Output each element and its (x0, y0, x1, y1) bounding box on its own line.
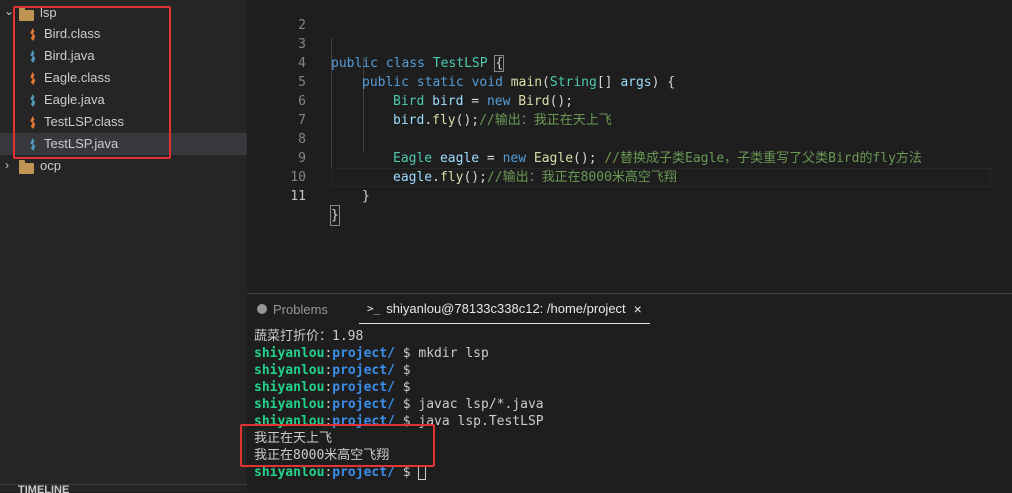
chevron-right-icon: › (5, 158, 9, 172)
code-line: 11 } (247, 168, 1012, 226)
terminal-command-line: shiyanlou:project/ $ (254, 380, 419, 395)
tab-label: shiyanlou@78133c338c12: /home/project (386, 301, 626, 316)
code-line: 10 } (247, 149, 1012, 204)
code-line: 7 (247, 92, 1012, 128)
code-line: 4 public static void main(String[] args)… (247, 35, 1012, 90)
bottom-panel: Problems >_ shiyanlou@78133c338c12: /hom… (240, 293, 1012, 493)
code-line: 5 Bird bird = new Bird(); (247, 54, 1012, 109)
info-icon (257, 304, 267, 314)
code-text: } (362, 189, 370, 204)
tab-terminal[interactable]: >_ shiyanlou@78133c338c12: /home/project… (359, 294, 650, 324)
terminal-icon: >_ (367, 302, 381, 315)
code-line: 8 Eagle eagle = new Eagle(); //替换成子类Eagl… (247, 111, 1012, 166)
tab-label: Problems (273, 301, 328, 317)
code-editor[interactable]: 2 3 public class TestLSP { 4 public stat… (247, 0, 1012, 293)
explorer-sidebar: ⌄ lsp Bird.class Bird.java Eagle.class E… (0, 0, 247, 493)
terminal-output-line: 蔬菜打折价：1.98 (254, 329, 364, 344)
code-text: } (330, 205, 340, 226)
code-line: 6 bird.fly();//输出：我正在天上飞 (247, 73, 1012, 128)
folder-label: ocp (40, 158, 61, 173)
folder-icon (19, 160, 34, 174)
highlight-box (240, 424, 435, 467)
code-line: 3 public class TestLSP { (247, 16, 1012, 72)
terminal-command-line: shiyanlou:project/ $ javac lsp/*.java (254, 397, 544, 412)
highlight-box (13, 6, 171, 159)
line-number: 11 (290, 189, 306, 204)
code-line: 9 eagle.fly();//输出：我正在8000米高空飞翔 (247, 130, 1012, 185)
code-line: 2 (247, 0, 1012, 33)
terminal-command-line: shiyanlou:project/ $ (254, 363, 419, 378)
terminal-cursor (418, 465, 427, 480)
terminal-command-line: shiyanlou:project/ $ mkdir lsp (254, 346, 489, 361)
tab-problems[interactable]: Problems (257, 294, 328, 324)
close-icon[interactable]: × (634, 301, 642, 317)
